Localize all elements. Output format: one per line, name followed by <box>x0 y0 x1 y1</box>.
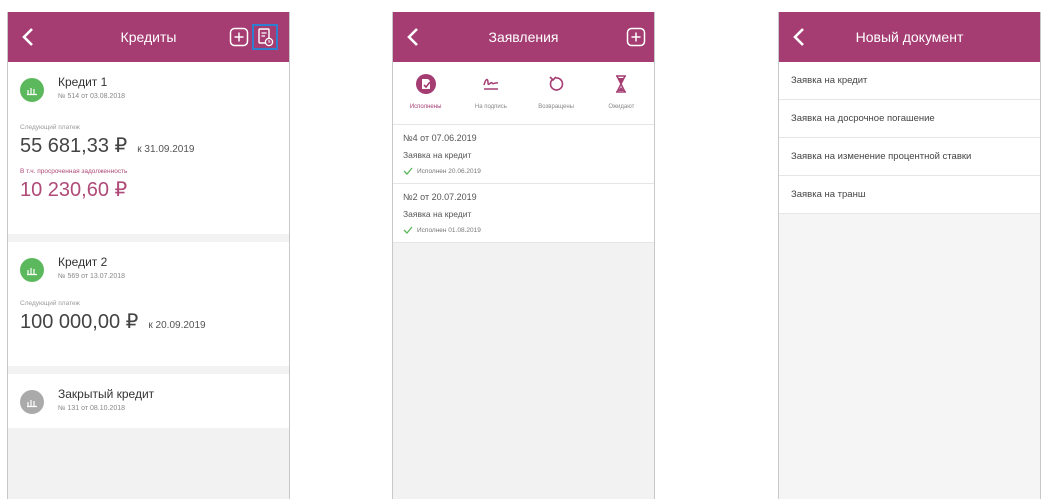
overdue-amount: 10 230,60 ₽ <box>20 179 128 201</box>
add-icon[interactable] <box>228 26 250 48</box>
documents-icon[interactable] <box>252 24 278 50</box>
loan-name: Закрытый кредит <box>58 387 155 401</box>
applications-header: Заявления <box>393 12 654 62</box>
application-type: Заявка на кредит <box>403 150 472 160</box>
signature-icon <box>483 78 499 90</box>
loan-number: № 131 от 08.10.2018 <box>58 405 126 412</box>
next-payment-label: Следующий платеж <box>20 124 80 131</box>
loan-card-1[interactable]: Кредит 1 № 514 от 03.08.2018 Следующий п… <box>8 62 289 234</box>
loan-name: Кредит 2 <box>58 255 108 269</box>
loan-number: № 514 от 03.08.2018 <box>58 93 126 100</box>
credits-title: Кредиты <box>120 29 177 45</box>
tab-to-sign[interactable]: На подпись <box>458 62 523 124</box>
tab-label: Ожидают <box>608 104 635 110</box>
application-status: Исполнен 20.06.2019 <box>417 167 481 175</box>
check-icon <box>403 167 413 175</box>
hourglass-icon <box>616 75 627 93</box>
back-arrow-icon[interactable] <box>18 24 40 50</box>
tab-returned[interactable]: Возвращены <box>524 62 589 124</box>
next-payment-date: к 20.09.2019 <box>148 320 206 331</box>
loan-card-2[interactable]: Кредит 2 № 569 от 13.07.2018 Следующий п… <box>8 242 289 366</box>
tab-waiting[interactable]: Ожидают <box>589 62 654 124</box>
menu-item-tranche[interactable]: Заявка на транш <box>779 176 1040 214</box>
menu-item-loan-application[interactable]: Заявка на кредит <box>779 62 1040 100</box>
new-document-header: Новый документ <box>779 12 1040 62</box>
new-document-screen: Новый документ Заявка на кредит Заявка н… <box>778 12 1041 499</box>
next-payment-amount: 100 000,00 ₽ <box>20 311 139 333</box>
loan-icon <box>20 390 44 414</box>
credits-screen: Кредиты Кредит 1 № 514 от 03.08.2018 Сле… <box>7 12 290 499</box>
check-icon <box>403 226 413 234</box>
tab-label: Возвращены <box>538 104 574 110</box>
credits-header: Кредиты <box>8 12 289 62</box>
loan-name: Кредит 1 <box>58 75 108 89</box>
loan-card-closed[interactable]: Закрытый кредит № 131 от 08.10.2018 <box>8 374 289 428</box>
next-payment-label: Следующий платеж <box>20 300 80 307</box>
application-title: №2 от 20.07.2019 <box>403 192 477 202</box>
overdue-label: В т.ч. просроченная задолженность <box>20 168 128 175</box>
menu-item-rate-change[interactable]: Заявка на изменение процентной ставки <box>779 138 1040 176</box>
application-status: Исполнен 01.08.2019 <box>417 226 481 234</box>
application-item[interactable]: №4 от 07.06.2019 Заявка на кредит Исполн… <box>393 125 654 184</box>
application-type: Заявка на кредит <box>403 209 472 219</box>
completed-icon <box>415 74 436 94</box>
application-item[interactable]: №2 от 20.07.2019 Заявка на кредит Исполн… <box>393 184 654 243</box>
next-payment-date: к 31.09.2019 <box>137 144 195 155</box>
loan-icon <box>20 78 44 102</box>
tab-label: Исполнены <box>409 104 442 110</box>
status-tabs: Исполнены На подпись Возвращены Ожидают <box>393 62 654 125</box>
menu-item-early-repayment[interactable]: Заявка на досрочное погашение <box>779 100 1040 138</box>
loan-number: № 569 от 13.07.2018 <box>58 273 126 280</box>
back-arrow-icon[interactable] <box>789 24 811 50</box>
tab-completed[interactable]: Исполнены <box>393 62 458 124</box>
add-icon[interactable] <box>625 26 647 48</box>
applications-screen: Заявления Исполнены На подпись Возвращен… <box>392 12 655 499</box>
return-icon <box>549 76 564 91</box>
tab-label: На подпись <box>474 104 507 110</box>
loan-icon <box>20 258 44 282</box>
applications-title: Заявления <box>488 29 559 45</box>
back-arrow-icon[interactable] <box>403 24 425 50</box>
next-payment-amount: 55 681,33 ₽ <box>20 135 128 157</box>
new-document-title: Новый документ <box>855 29 964 45</box>
application-title: №4 от 07.06.2019 <box>403 133 477 143</box>
